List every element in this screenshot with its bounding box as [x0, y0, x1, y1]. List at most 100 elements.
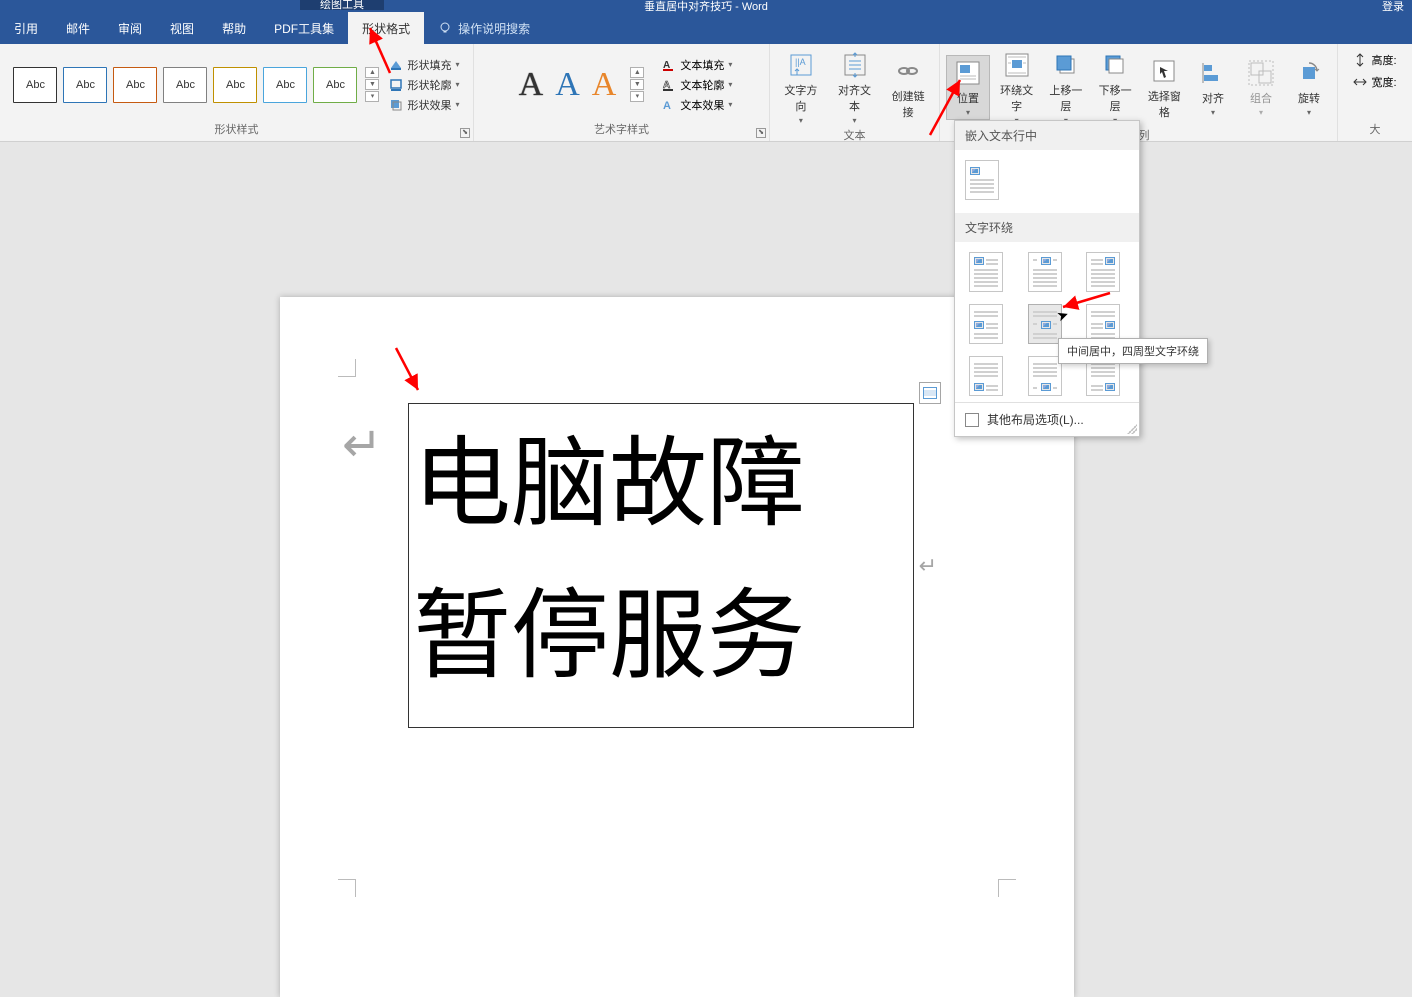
gallery-down-button[interactable]: ▼ — [365, 79, 379, 90]
text-fill-icon: A — [662, 58, 676, 72]
chevron-down-icon: ▾ — [1211, 108, 1215, 117]
position-button[interactable]: 位置 ▾ — [946, 55, 990, 120]
group-size: 高度: 宽度: 大 — [1338, 44, 1412, 141]
tell-me-label: 操作说明搜索 — [458, 20, 530, 37]
gallery-up-button[interactable]: ▲ — [365, 67, 379, 78]
ribbon-tab-strip: 引用 邮件 审阅 视图 帮助 PDF工具集 形状格式 操作说明搜索 — [0, 12, 1412, 44]
document-area[interactable]: ↵ 电脑故障 暂停服务 ↵ — [0, 142, 1412, 877]
gallery-more-button[interactable]: ▾ — [365, 91, 379, 102]
position-top-right[interactable] — [1086, 252, 1120, 292]
text-controls: A 文本填充 ▾ A 文本轮廓 ▾ A 文本效果 ▾ — [656, 57, 732, 113]
width-icon — [1353, 75, 1367, 89]
svg-text:A: A — [663, 100, 671, 112]
width-input-row[interactable]: 宽度: — [1353, 74, 1396, 90]
group-wordart-styles: A A A ▲ ▼ ▾ A 文本填充 ▾ A 文本轮廓 ▾ — [474, 44, 770, 141]
shape-style-gallery[interactable]: Abc Abc Abc Abc Abc Abc Abc ▲ ▼ ▾ — [13, 67, 379, 103]
title-bar: 绘图工具 垂直居中对齐技巧 - Word 登录 — [0, 0, 1412, 12]
gallery-up-button[interactable]: ▲ — [630, 67, 644, 78]
shape-style-5[interactable]: Abc — [213, 67, 257, 103]
position-label: 位置 — [957, 90, 979, 106]
selection-pane-button[interactable]: 选择窗格 — [1142, 54, 1187, 122]
wordart-style-1[interactable]: A — [519, 66, 544, 104]
section-wrap-label: 文字环绕 — [955, 213, 1139, 242]
group-label-size: 大 — [1344, 121, 1406, 139]
shape-outline-icon — [389, 78, 403, 92]
tab-shape-format[interactable]: 形状格式 — [348, 12, 424, 44]
bring-forward-button[interactable]: 上移一层 ▾ — [1043, 48, 1088, 127]
wrap-text-button[interactable]: 环绕文字 ▾ — [994, 48, 1039, 127]
position-bottom-left[interactable] — [969, 356, 1003, 396]
bring-forward-icon — [1051, 50, 1081, 80]
shape-controls: 形状填充 ▾ 形状轮廓 ▾ 形状效果 ▾ — [383, 57, 459, 113]
dialog-launcher-icon[interactable]: ⬊ — [460, 128, 470, 138]
shape-fill-button[interactable]: 形状填充 ▾ — [389, 57, 459, 73]
tell-me-search[interactable]: 操作说明搜索 — [424, 20, 544, 37]
wordart-gallery[interactable]: A A A ▲ ▼ ▾ — [511, 66, 653, 104]
position-inline[interactable] — [965, 160, 999, 200]
align-text-button[interactable]: 对齐文本 ▾ — [830, 48, 880, 127]
text-outline-button[interactable]: A 文本轮廓 ▾ — [662, 77, 732, 93]
align-button[interactable]: 对齐 ▾ — [1191, 56, 1235, 119]
tab-view[interactable]: 视图 — [156, 12, 208, 44]
align-text-label: 对齐文本 — [836, 82, 874, 114]
gallery-down-button[interactable]: ▼ — [630, 79, 644, 90]
rotate-button[interactable]: 旋转 ▾ — [1287, 56, 1331, 119]
wrap-text-icon — [1002, 50, 1032, 80]
shape-style-1[interactable]: Abc — [13, 67, 57, 103]
shape-style-3[interactable]: Abc — [113, 67, 157, 103]
text-fill-label: 文本填充 — [680, 57, 724, 73]
sign-in-button[interactable]: 登录 — [1382, 0, 1404, 14]
text-box-content[interactable]: 电脑故障 暂停服务 — [409, 404, 913, 714]
text-direction-button[interactable]: ||A 文字方向 ▾ — [776, 48, 826, 127]
position-bottom-center[interactable] — [1028, 356, 1062, 396]
width-label: 宽度: — [1371, 74, 1396, 90]
more-layout-options[interactable]: 其他布局选项(L)... — [955, 402, 1139, 436]
group-label-shape-styles: 形状样式 — [6, 121, 467, 139]
selection-pane-icon — [1149, 56, 1179, 86]
text-direction-icon: ||A — [786, 50, 816, 80]
position-top-center[interactable] — [1028, 252, 1062, 292]
panel-resize-grip[interactable] — [1127, 424, 1137, 434]
text-effects-button[interactable]: A 文本效果 ▾ — [662, 97, 732, 113]
wordart-gallery-scroll[interactable]: ▲ ▼ ▾ — [630, 67, 644, 102]
text-fill-button[interactable]: A 文本填充 ▾ — [662, 57, 732, 73]
layout-options-button[interactable] — [919, 382, 941, 404]
tab-references[interactable]: 引用 — [0, 12, 52, 44]
send-backward-button[interactable]: 下移一层 ▾ — [1093, 48, 1138, 127]
rotate-icon — [1294, 58, 1324, 88]
tab-mailings[interactable]: 邮件 — [52, 12, 104, 44]
shape-style-6[interactable]: Abc — [263, 67, 307, 103]
dialog-launcher-icon[interactable]: ⬊ — [756, 128, 766, 138]
position-icon — [953, 58, 983, 88]
tab-review[interactable]: 审阅 — [104, 12, 156, 44]
gallery-more-button[interactable]: ▾ — [630, 91, 644, 102]
text-outline-label: 文本轮廓 — [680, 77, 724, 93]
gallery-scroll[interactable]: ▲ ▼ ▾ — [365, 67, 379, 102]
height-input-row[interactable]: 高度: — [1353, 52, 1396, 68]
wrap-text-label: 环绕文字 — [1000, 82, 1033, 114]
shape-style-4[interactable]: Abc — [163, 67, 207, 103]
position-middle-left[interactable] — [969, 304, 1003, 344]
tab-pdf-tools[interactable]: PDF工具集 — [260, 12, 348, 44]
document-title: 垂直居中对齐技巧 - Word — [644, 0, 768, 14]
group-label-wordart: 艺术字样式 — [480, 121, 763, 139]
shape-outline-button[interactable]: 形状轮廓 ▾ — [389, 77, 459, 93]
drawing-tools-context-tab: 绘图工具 — [300, 0, 384, 10]
wordart-style-3[interactable]: A — [592, 66, 617, 104]
wordart-style-2[interactable]: A — [555, 66, 580, 104]
paragraph-mark-icon: ↵ — [919, 553, 937, 579]
chevron-down-icon: ▾ — [1259, 108, 1263, 117]
shape-effects-label: 形状效果 — [407, 97, 451, 113]
shape-style-2[interactable]: Abc — [63, 67, 107, 103]
group-text: ||A 文字方向 ▾ 对齐文本 ▾ 创建链接 文本 — [770, 44, 940, 141]
margin-corner-br — [998, 879, 1016, 897]
align-label: 对齐 — [1202, 90, 1224, 106]
position-top-left[interactable] — [969, 252, 1003, 292]
shape-style-7[interactable]: Abc — [313, 67, 357, 103]
shape-effects-button[interactable]: 形状效果 ▾ — [389, 97, 459, 113]
tab-help[interactable]: 帮助 — [208, 12, 260, 44]
align-text-icon — [840, 50, 870, 80]
group-button[interactable]: 组合 ▾ — [1239, 56, 1283, 119]
create-link-button[interactable]: 创建链接 — [883, 54, 933, 122]
text-box[interactable]: 电脑故障 暂停服务 ↵ — [408, 403, 914, 728]
